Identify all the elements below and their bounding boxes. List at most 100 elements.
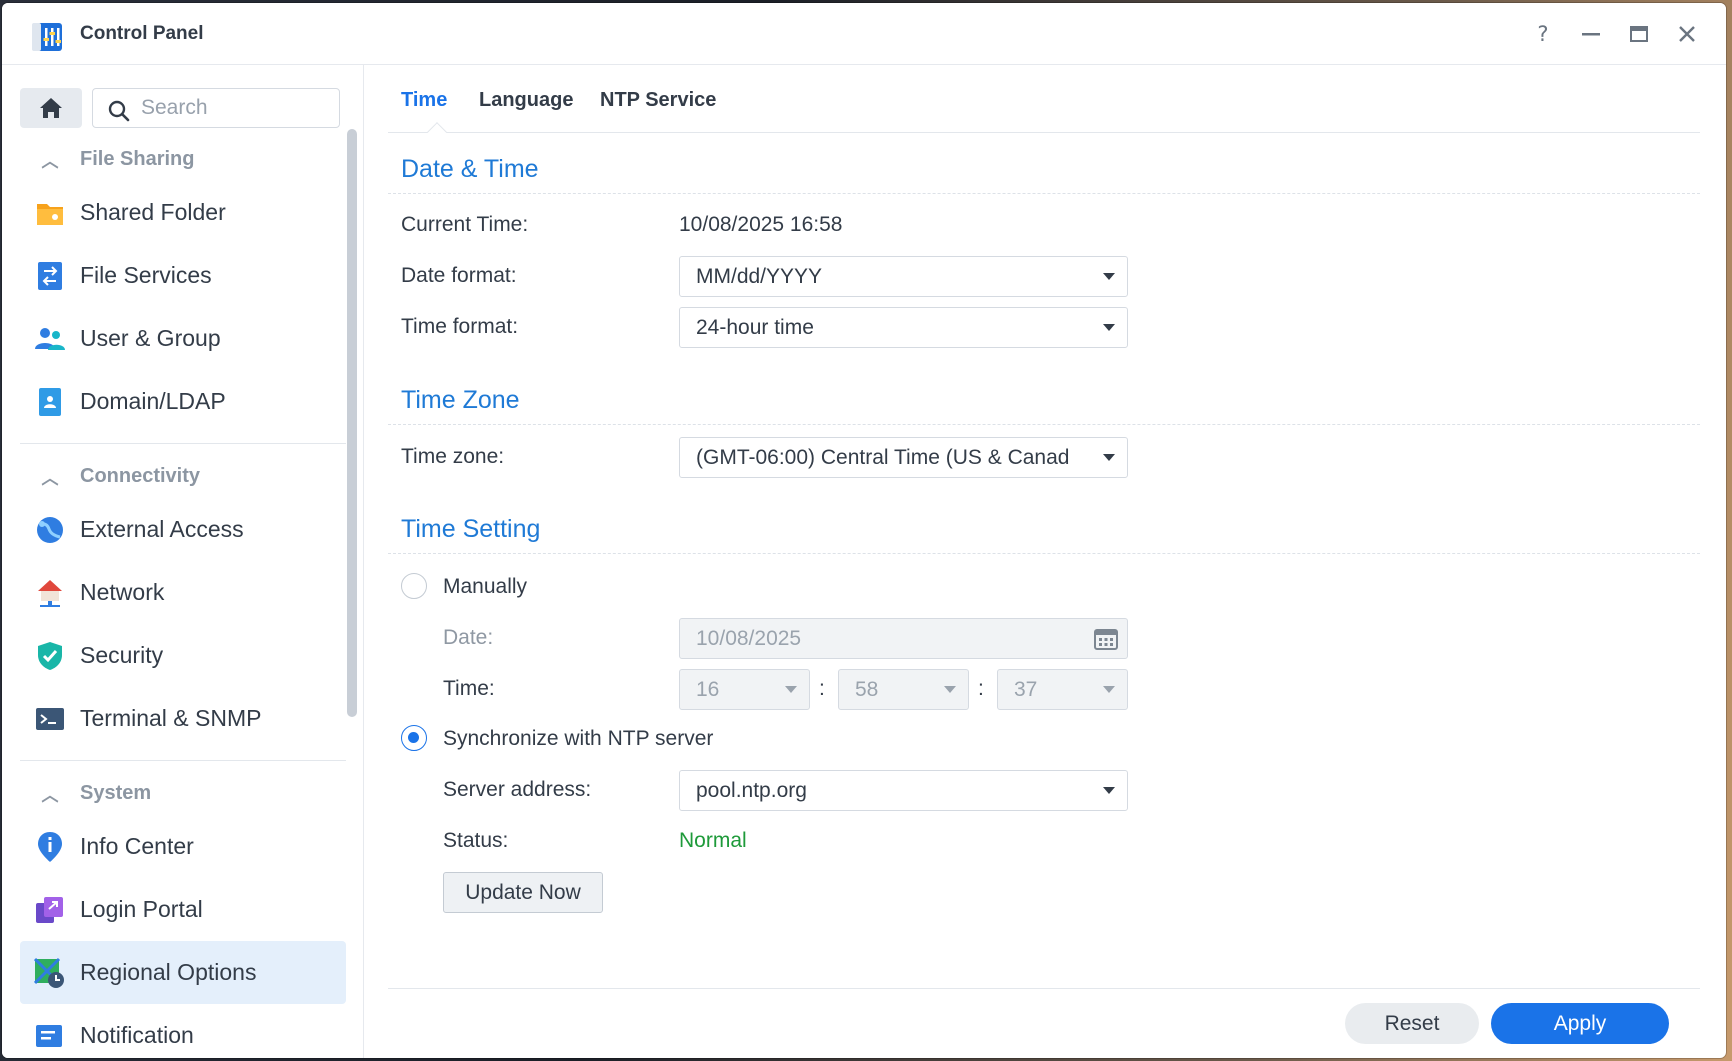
ntp-sync-label: Synchronize with NTP server (443, 727, 714, 750)
time-format-value: 24-hour time (696, 316, 814, 339)
footer-divider (388, 988, 1700, 989)
sidebar-item-label: Regional Options (80, 959, 257, 985)
title-bar: Control Panel ? (2, 3, 1726, 65)
date-format-label: Date format: (401, 264, 517, 287)
second-select[interactable]: 37 (997, 669, 1128, 710)
home-button[interactable] (20, 88, 82, 128)
hour-select[interactable]: 16 (679, 669, 810, 710)
control-panel-window: Control Panel ? ︿ (2, 3, 1726, 1058)
section-divider (388, 553, 1700, 554)
sidebar-item-user-group[interactable]: User & Group (20, 307, 346, 370)
time-separator: : (819, 677, 825, 700)
group-header-system[interactable]: ︿ System (20, 771, 346, 815)
sidebar-item-regional-options[interactable]: Regional Options (20, 941, 346, 1004)
section-title-date-time: Date & Time (401, 155, 539, 183)
group-header-connectivity[interactable]: ︿ Connectivity (20, 454, 346, 498)
sidebar-item-label: Shared Folder (80, 199, 226, 225)
home-icon (40, 98, 62, 118)
time-zone-select[interactable]: (GMT-06:00) Central Time (US & Canad (679, 437, 1128, 478)
chevron-up-icon: ︿ (41, 151, 59, 171)
server-address-select[interactable]: pool.ntp.org (679, 770, 1128, 811)
time-separator: : (978, 677, 984, 700)
chevron-up-icon: ︿ (41, 785, 59, 805)
calendar-icon (1094, 629, 1118, 650)
sidebar-item-shared-folder[interactable]: Shared Folder (20, 181, 346, 244)
section-divider (388, 424, 1700, 425)
status-value: Normal (679, 829, 747, 852)
sidebar: ︿ File Sharing Shared Folder File Servic… (2, 65, 364, 1058)
sidebar-item-external-access[interactable]: External Access (20, 498, 346, 561)
tab-bar: Time Language NTP Service (388, 65, 1700, 142)
control-panel-app-icon (32, 23, 62, 51)
time-format-select[interactable]: 24-hour time (679, 307, 1128, 348)
search-field[interactable] (92, 88, 340, 128)
caret-down-icon (944, 686, 956, 693)
sidebar-item-domain-ldap[interactable]: Domain/LDAP (20, 370, 346, 433)
sidebar-item-login-portal[interactable]: Login Portal (20, 878, 346, 941)
sidebar-nav: ︿ File Sharing Shared Folder File Servic… (20, 137, 346, 1058)
sidebar-item-network[interactable]: Network (20, 561, 346, 624)
search-input[interactable] (141, 95, 331, 121)
external-access-icon (37, 516, 63, 543)
sidebar-item-label: File Services (80, 262, 212, 288)
sidebar-scrollbar[interactable] (347, 129, 357, 717)
sidebar-item-notification[interactable]: Notification (20, 1004, 346, 1058)
date-value: 10/08/2025 (696, 627, 802, 650)
apply-button[interactable]: Apply (1491, 1003, 1669, 1044)
status-label: Status: (443, 829, 509, 852)
notification-icon (36, 1024, 62, 1047)
tab-ntp-service[interactable]: NTP Service (600, 89, 716, 112)
sidebar-item-label: Notification (80, 1022, 194, 1048)
sidebar-item-file-services[interactable]: File Services (20, 244, 346, 307)
minute-value: 58 (855, 678, 879, 701)
sidebar-item-label: Terminal & SNMP (80, 705, 262, 731)
time-label: Time: (443, 677, 495, 700)
divider (20, 760, 346, 761)
update-now-button[interactable]: Update Now (443, 872, 603, 913)
user-group-icon (35, 327, 65, 350)
date-field[interactable]: 10/08/2025 (679, 618, 1128, 659)
sidebar-item-label: Security (80, 642, 164, 668)
ntp-sync-radio[interactable] (401, 725, 427, 751)
current-time-value: 10/08/2025 16:58 (679, 213, 843, 236)
date-format-select[interactable]: MM/dd/YYYY (679, 256, 1128, 297)
help-icon[interactable]: ? (1530, 21, 1556, 47)
caret-down-icon (1103, 324, 1115, 331)
sidebar-item-terminal-snmp[interactable]: Terminal & SNMP (20, 687, 346, 750)
section-title-time-setting: Time Setting (401, 515, 541, 543)
sidebar-item-security[interactable]: Security (20, 624, 346, 687)
time-zone-label: Time zone: (401, 445, 505, 468)
hour-value: 16 (696, 678, 720, 701)
caret-down-icon (1103, 787, 1115, 794)
current-time-label: Current Time: (401, 213, 529, 236)
sidebar-item-label: Domain/LDAP (80, 388, 226, 414)
domain-ldap-icon (39, 387, 61, 416)
minimize-icon[interactable] (1578, 21, 1604, 47)
sidebar-item-info-center[interactable]: Info Center (20, 815, 346, 878)
manually-radio[interactable] (401, 573, 427, 599)
group-label: Connectivity (80, 464, 201, 487)
server-address-value: pool.ntp.org (696, 779, 807, 802)
sidebar-item-label: Login Portal (80, 896, 203, 922)
sidebar-item-label: User & Group (80, 325, 221, 351)
info-center-icon (38, 831, 62, 862)
maximize-icon[interactable] (1626, 21, 1652, 47)
group-header-file-sharing[interactable]: ︿ File Sharing (20, 137, 346, 181)
active-tab-indicator (427, 122, 447, 142)
group-label: File Sharing (80, 147, 195, 170)
caret-down-icon (1103, 686, 1115, 693)
tab-language[interactable]: Language (479, 89, 573, 112)
file-services-icon (38, 261, 62, 290)
date-format-value: MM/dd/YYYY (696, 265, 823, 288)
chevron-up-icon: ︿ (41, 468, 59, 488)
window-title: Control Panel (80, 23, 204, 44)
close-icon[interactable] (1674, 21, 1700, 47)
sidebar-item-label: Network (80, 579, 165, 605)
caret-down-icon (785, 686, 797, 693)
minute-select[interactable]: 58 (838, 669, 969, 710)
login-portal-icon (36, 896, 63, 923)
tab-time[interactable]: Time (401, 89, 447, 112)
reset-button[interactable]: Reset (1345, 1003, 1479, 1044)
time-zone-value: (GMT-06:00) Central Time (US & Canad (696, 446, 1070, 469)
main-panel: Time Language NTP Service Date & Time Cu… (364, 65, 1726, 1058)
